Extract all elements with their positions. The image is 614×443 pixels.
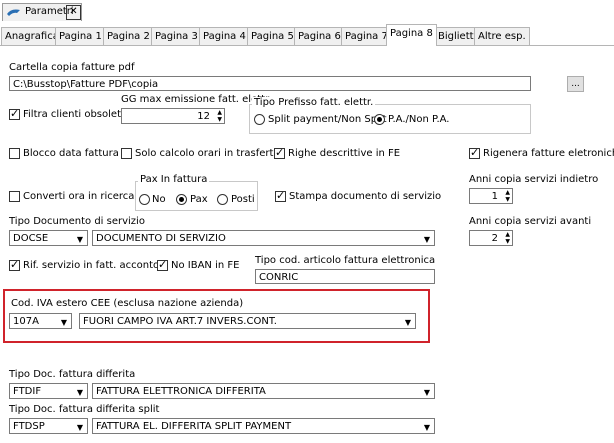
- split-payment-label: Split payment/Non Split: [268, 114, 387, 125]
- spinner-arrows-icon[interactable]: ▲ ▼: [505, 189, 510, 203]
- tipo-doc-servizio-desc-combo[interactable]: DOCUMENTO DI SERVIZIO ▼: [92, 230, 435, 246]
- gg-max-spinner[interactable]: 12 ▲ ▼: [121, 108, 225, 124]
- pax-pax-radio[interactable]: [176, 194, 187, 205]
- stampa-documento-checkbox[interactable]: [275, 189, 286, 202]
- anni-avanti-label: Anni copia servizi avanti: [469, 216, 592, 227]
- pax-title: Pax In fattura: [138, 174, 210, 185]
- tab-pagina-3[interactable]: Pagina 3: [151, 27, 202, 45]
- tab-pagina-7[interactable]: Pagina 7: [341, 27, 392, 45]
- chevron-down-icon[interactable]: ▼: [424, 420, 430, 435]
- filtra-clienti-label: Filtra clienti obsoleti: [23, 109, 124, 120]
- spinner-arrows-icon[interactable]: ▲ ▼: [217, 109, 222, 123]
- window-bar: [0, 0, 614, 22]
- anni-indietro-label: Anni copia servizi indietro: [469, 174, 599, 185]
- tipo-prefisso-title: Tipo Prefisso fatt. elettr.: [252, 97, 376, 108]
- chevron-down-icon[interactable]: ▼: [77, 385, 83, 400]
- blocco-data-checkbox[interactable]: [9, 148, 20, 159]
- cod-iva-label: Cod. IVA estero CEE (esclusa nazione azi…: [11, 298, 244, 309]
- doc-differita-split-desc: FATTURA EL. DIFFERITA SPLIT PAYMENT: [96, 421, 292, 432]
- doc-differita-label: Tipo Doc. fattura differita: [9, 369, 136, 380]
- doc-differita-code-combo[interactable]: FTDIF ▼: [9, 383, 88, 399]
- doc-differita-split-code: FTDSP: [13, 421, 45, 432]
- stampa-documento-label: Stampa documento di servizio: [289, 191, 442, 202]
- app-icon: [7, 9, 20, 16]
- gg-max-value: 12: [197, 111, 210, 122]
- chevron-down-icon[interactable]: ▼: [424, 232, 430, 247]
- tab-anagrafica[interactable]: Anagrafica: [1, 27, 63, 45]
- tab-pagina-8[interactable]: Pagina 8: [386, 24, 437, 46]
- rigenera-label: Rigenera fatture eletroniche: [483, 148, 614, 159]
- no-iban-label: No IBAN in FE: [171, 260, 240, 271]
- righe-descrittive-checkbox[interactable]: [274, 146, 285, 159]
- tipo-cod-articolo-label: Tipo cod. articolo fattura elettronica: [255, 255, 436, 266]
- tipo-cod-articolo-input[interactable]: CONRIC: [255, 269, 435, 284]
- doc-differita-code: FTDIF: [13, 386, 42, 397]
- no-iban-checkbox[interactable]: [157, 258, 168, 271]
- rif-servizio-checkbox[interactable]: [9, 258, 20, 271]
- pax-pax-label: Pax: [190, 194, 208, 205]
- pa-non-pa-radio[interactable]: [374, 114, 385, 125]
- filtra-clienti-checkbox[interactable]: [9, 107, 20, 120]
- split-payment-radio[interactable]: [254, 114, 265, 125]
- tipo-doc-servizio-desc: DOCUMENTO DI SERVIZIO: [96, 233, 226, 244]
- cartella-label: Cartella copia fatture pdf: [9, 62, 135, 73]
- tab-altre-esp[interactable]: Altre esp.: [474, 27, 530, 45]
- tipo-doc-servizio-code-combo[interactable]: DOCSE ▼: [9, 230, 88, 246]
- solo-calcolo-label: Solo calcolo orari in trasferte: [135, 148, 280, 159]
- spinner-arrows-icon[interactable]: ▲ ▼: [505, 231, 510, 245]
- pa-non-pa-label: P.A./Non P.A.: [388, 114, 450, 125]
- tipo-doc-servizio-label: Tipo Documento di servizio: [9, 216, 145, 227]
- tab-pagina-2[interactable]: Pagina 2: [103, 27, 154, 45]
- rigenera-checkbox[interactable]: [469, 146, 480, 159]
- pax-no-label: No: [152, 194, 166, 205]
- document-tab[interactable]: Parametri ✕: [2, 3, 82, 21]
- chevron-down-icon[interactable]: ▼: [405, 315, 411, 330]
- chevron-down-icon[interactable]: ▼: [77, 420, 83, 435]
- anni-avanti-spinner[interactable]: 2 ▲ ▼: [469, 230, 513, 246]
- pax-no-radio[interactable]: [139, 194, 150, 205]
- cartella-input[interactable]: C:\Busstop\Fatture PDF\copia: [9, 76, 531, 91]
- cod-iva-code-combo[interactable]: 107A ▼: [9, 313, 72, 329]
- pax-posti-radio[interactable]: [217, 194, 228, 205]
- doc-differita-split-label: Tipo Doc. fattura differita split: [9, 404, 160, 415]
- anni-indietro-spinner[interactable]: 1 ▲ ▼: [469, 188, 513, 204]
- tab-pagina-1[interactable]: Pagina 1: [55, 27, 106, 45]
- converti-ora-label: Converti ora in ricerca: [23, 191, 135, 202]
- cod-iva-desc-combo[interactable]: FUORI CAMPO IVA ART.7 INVERS.CONT. ▼: [79, 313, 416, 329]
- righe-descrittive-label: Righe descrittive in FE: [288, 148, 401, 159]
- tab-pagina-5[interactable]: Pagina 5: [247, 27, 298, 45]
- browse-button[interactable]: ...: [567, 76, 584, 92]
- anni-indietro-value: 1: [491, 191, 498, 202]
- doc-differita-desc-combo[interactable]: FATTURA ELETTRONICA DIFFERITA ▼: [92, 383, 435, 399]
- converti-ora-checkbox[interactable]: [9, 191, 20, 202]
- cod-iva-desc: FUORI CAMPO IVA ART.7 INVERS.CONT.: [83, 316, 277, 327]
- doc-differita-desc: FATTURA ELETTRONICA DIFFERITA: [96, 386, 266, 397]
- pax-posti-label: Posti: [231, 194, 255, 205]
- blocco-data-label: Blocco data fattura: [23, 148, 119, 159]
- doc-differita-split-desc-combo[interactable]: FATTURA EL. DIFFERITA SPLIT PAYMENT ▼: [92, 418, 435, 434]
- anni-avanti-value: 2: [491, 233, 498, 244]
- close-icon[interactable]: ✕: [66, 5, 81, 20]
- tab-pagina-6[interactable]: Pagina 6: [294, 27, 345, 45]
- chevron-down-icon[interactable]: ▼: [77, 232, 83, 247]
- tipo-doc-servizio-code: DOCSE: [13, 233, 49, 244]
- rif-servizio-label: Rif. servizio in fatt. acconto: [23, 260, 160, 271]
- chevron-down-icon[interactable]: ▼: [424, 385, 430, 400]
- chevron-down-icon[interactable]: ▼: [61, 315, 67, 330]
- solo-calcolo-checkbox[interactable]: [121, 148, 132, 159]
- doc-differita-split-code-combo[interactable]: FTDSP ▼: [9, 418, 88, 434]
- cod-iva-code: 107A: [13, 316, 39, 327]
- tab-pagina-4[interactable]: Pagina 4: [199, 27, 250, 45]
